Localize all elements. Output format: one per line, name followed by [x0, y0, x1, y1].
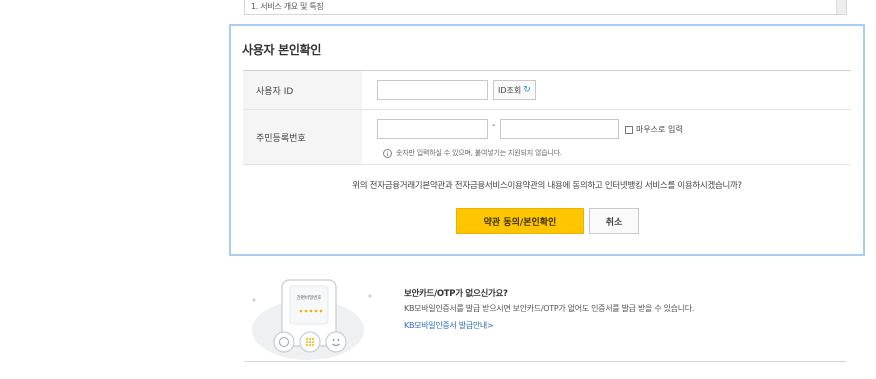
rrn-row: 주민등록번호 - 마우스로 입력 i 숫자만 입력하실 수 있으며, 붙여넣기는…: [243, 110, 851, 165]
rrn-back-input[interactable]: [500, 119, 619, 139]
phone-screen-label: 간편비밀번호: [297, 294, 322, 301]
otp-notice-title: 보안카드/OTP가 없으신가요?: [404, 289, 508, 299]
identity-verification-panel: 사용자 본인확인 사용자 ID ID조회 ↻ 주민등록번호 - 마우스로 입력 …: [229, 24, 865, 256]
user-id-row: 사용자 ID ID조회 ↻: [243, 71, 851, 110]
mouse-input-label: 마우스로 입력: [636, 125, 683, 134]
user-id-label: 사용자 ID: [243, 71, 362, 109]
terms-box: 1. 서비스 개요 및 특징: [244, 0, 847, 15]
panel-title: 사용자 본인확인: [242, 43, 322, 57]
agreement-question: 위의 전자금융거래기본약관과 전자금융서비스이용약관의 내용에 동의하고 인터넷…: [352, 181, 742, 191]
rrn-hint-text: 숫자만 입력하실 수 있으며, 붙여넣기는 지원되지 않습니다.: [396, 149, 562, 157]
rrn-separator: -: [492, 120, 496, 131]
checkbox-icon: [625, 125, 633, 134]
agree-verify-button[interactable]: 약관 동의/본인확인: [456, 208, 584, 234]
terms-scrollbar[interactable]: [836, 0, 846, 14]
cancel-button[interactable]: 취소: [589, 208, 639, 234]
user-id-input[interactable]: [377, 80, 488, 100]
otp-notice-description: KB모바일인증서를 발급 받으시면 보안카드/OTP가 없어도 인증서를 발급 …: [404, 304, 695, 313]
identity-form: 사용자 ID ID조회 ↻ 주민등록번호 - 마우스로 입력 i 숫자만 입력하…: [243, 70, 851, 165]
refresh-icon: ↻: [523, 85, 531, 95]
rrn-hint: i 숫자만 입력하실 수 있으며, 붙여넣기는 지원되지 않습니다.: [383, 148, 562, 158]
rrn-label: 주민등록번호: [243, 110, 362, 164]
mouse-input-checkbox[interactable]: 마우스로 입력: [625, 124, 683, 135]
mobile-certificate-guide-link[interactable]: KB모바일인증서 발급안내>: [404, 320, 494, 331]
rrn-front-input[interactable]: [377, 119, 488, 139]
id-lookup-button[interactable]: ID조회 ↻: [493, 80, 536, 100]
info-icon: i: [383, 148, 392, 158]
terms-section-heading: 1. 서비스 개요 및 특징: [251, 2, 324, 11]
divider: [244, 361, 846, 362]
mobile-certificate-illustration: 간편비밀번호: [252, 279, 372, 360]
id-lookup-label: ID조회: [498, 85, 522, 95]
